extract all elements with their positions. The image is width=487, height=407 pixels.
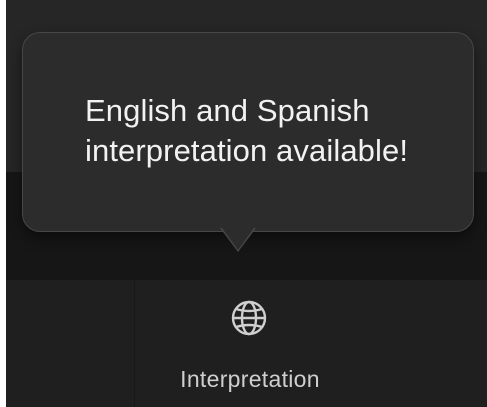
tooltip-line-1: English and Spanish: [85, 93, 370, 128]
interpretation-label: Interpretation: [180, 366, 320, 392]
globe-icon: [229, 298, 269, 338]
interpretation-button[interactable]: Interpretation: [134, 280, 366, 407]
app-window: Interpretation English and Spanish inter…: [6, 0, 487, 407]
tooltip-arrow-fill: [222, 228, 254, 250]
tooltip-line-2: interpretation available!: [85, 133, 409, 168]
interpretation-tooltip: English and Spanish interpretation avail…: [22, 32, 474, 232]
bottom-toolbar: Interpretation: [6, 280, 487, 407]
tooltip-message: English and Spanish interpretation avail…: [85, 91, 465, 171]
